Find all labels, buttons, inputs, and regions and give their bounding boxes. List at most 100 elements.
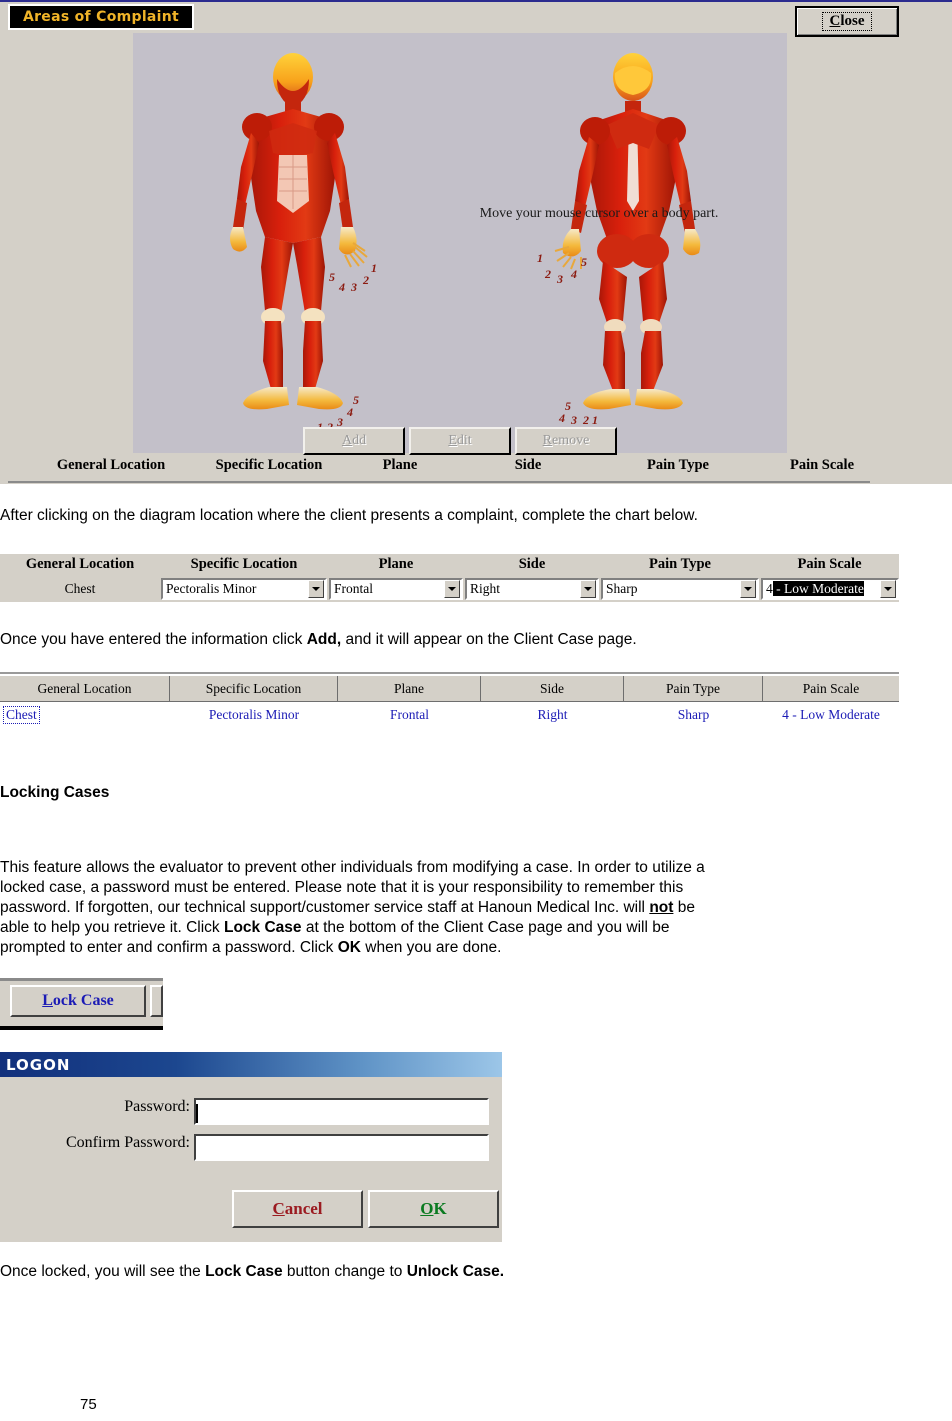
grid-cell-specific-location[interactable]: Pectoralis Minor bbox=[170, 702, 338, 728]
result-grid-header-row: General Location Specific Location Plane… bbox=[0, 676, 899, 702]
posterior-foot-digit-4: 4 bbox=[559, 411, 565, 425]
anterior-foot-digit-5: 5 bbox=[353, 393, 359, 407]
table-row[interactable]: Chest Pectoralis Minor Frontal Right Sha… bbox=[0, 702, 899, 728]
after-logon-part2: button change to bbox=[282, 1263, 407, 1280]
grid-cell-side[interactable]: Right bbox=[481, 702, 624, 728]
client-case-result-grid: General Location Specific Location Plane… bbox=[0, 672, 899, 736]
close-accel: C bbox=[829, 13, 841, 29]
password-label: Password: bbox=[124, 1098, 190, 1115]
after-input-part1: Once you have entered the information cl… bbox=[0, 631, 307, 648]
anterior-hand-digit-5: 5 bbox=[329, 270, 335, 284]
locking-l5-b: OK bbox=[337, 939, 361, 956]
after-logon-text: Once locked, you will see the Lock Case … bbox=[0, 1262, 952, 1282]
pain-type-dropdown[interactable]: Sharp bbox=[601, 578, 759, 600]
posterior-foot-digit-3: 3 bbox=[571, 413, 577, 427]
plane-dropdown[interactable]: Frontal bbox=[329, 578, 463, 600]
input-header-pain-type: Pain Type bbox=[649, 556, 711, 572]
locking-l4-a: able to help you retrieve it. Click bbox=[0, 919, 224, 936]
logon-title-bar: LOGON bbox=[0, 1052, 502, 1077]
grid-header-pain-type: Pain Type bbox=[624, 676, 763, 702]
side-value: Right bbox=[470, 581, 501, 596]
column-header-pain-type: Pain Type bbox=[647, 457, 709, 473]
password-field[interactable] bbox=[194, 1098, 489, 1125]
posterior-hand-digit-2: 2 bbox=[545, 267, 551, 281]
locking-l3-a: password. If forgotten, our technical su… bbox=[0, 899, 650, 916]
locking-paragraph-line5: prompted to enter and confirm a password… bbox=[0, 938, 952, 958]
column-header-general-location: General Location bbox=[56, 457, 166, 473]
cancel-label-rest: ancel bbox=[284, 1199, 323, 1218]
remove-button[interactable]: Remove bbox=[515, 427, 617, 455]
remove-accel: R bbox=[542, 433, 552, 448]
pain-scale-number: 4 bbox=[766, 581, 773, 596]
posterior-body-figure[interactable]: 1 2 3 4 5 5 4 3 2 1 bbox=[533, 51, 733, 431]
grid-cell-pain-scale[interactable]: 4 - Low Moderate bbox=[763, 702, 899, 728]
window-title-bar: Areas of Complaint bbox=[8, 4, 194, 30]
edit-button[interactable]: Edit bbox=[409, 427, 511, 455]
after-input-text: Once you have entered the information cl… bbox=[0, 630, 952, 650]
chevron-down-icon[interactable] bbox=[580, 580, 596, 598]
locking-l3-not: not bbox=[649, 899, 674, 916]
column-header-plane: Plane bbox=[382, 457, 418, 473]
window-title: Areas of Complaint bbox=[22, 9, 180, 25]
after-logon-bold1: Lock Case bbox=[205, 1263, 283, 1280]
page-number: 75 bbox=[80, 1396, 97, 1413]
grid-cell-general-location[interactable]: Chest bbox=[0, 702, 170, 728]
close-button[interactable]: Close bbox=[795, 6, 899, 37]
chevron-down-icon[interactable] bbox=[740, 580, 756, 598]
input-header-specific-location: Specific Location bbox=[190, 556, 298, 572]
diagram-action-buttons: Add Edit Remove bbox=[303, 427, 623, 455]
chevron-down-icon[interactable] bbox=[308, 580, 324, 598]
lock-case-button[interactable]: Lock Case bbox=[10, 985, 146, 1017]
remove-label-rest: emove bbox=[552, 433, 590, 448]
locking-paragraph-line2: locked case, a password must be entered.… bbox=[0, 879, 684, 896]
add-button[interactable]: Add bbox=[303, 427, 405, 455]
pain-type-value: Sharp bbox=[606, 581, 638, 596]
specific-location-dropdown[interactable]: Pectoralis Minor bbox=[161, 578, 327, 600]
close-button-label: Close bbox=[822, 12, 872, 31]
posterior-foot-digit-5: 5 bbox=[565, 399, 571, 413]
grid-cell-plane[interactable]: Frontal bbox=[338, 702, 481, 728]
pain-scale-dropdown[interactable]: 4 - Low Moderate bbox=[761, 578, 899, 600]
add-accel: A bbox=[341, 433, 353, 448]
adjacent-button-partial[interactable] bbox=[150, 985, 163, 1017]
ok-accel: O bbox=[420, 1199, 434, 1218]
side-dropdown[interactable]: Right bbox=[465, 578, 599, 600]
posterior-body-graphic bbox=[554, 53, 701, 410]
anterior-hand-digit-4: 4 bbox=[339, 280, 345, 294]
close-label-rest: lose bbox=[840, 13, 865, 29]
posterior-foot-digit-2: 2 bbox=[583, 413, 589, 427]
anterior-body-graphic bbox=[230, 53, 368, 410]
locking-cases-heading: Locking Cases bbox=[0, 784, 110, 801]
logon-title: LOGON bbox=[6, 1055, 71, 1074]
complaint-input-row: General Location Specific Location Plane… bbox=[0, 554, 899, 602]
edit-accel: E bbox=[448, 433, 457, 448]
specific-location-value: Pectoralis Minor bbox=[166, 581, 257, 596]
text-caret bbox=[196, 1104, 198, 1123]
confirm-password-field[interactable] bbox=[194, 1134, 489, 1161]
locking-l4-b: Lock Case bbox=[224, 919, 302, 936]
grid-header-general-location: General Location bbox=[0, 676, 170, 702]
after-logon-part1: Once locked, you will see the bbox=[0, 1263, 206, 1280]
cancel-button[interactable]: Cancel bbox=[232, 1190, 363, 1228]
grid-cell-general-location-text: Chest bbox=[3, 706, 40, 724]
grid-cell-pain-type[interactable]: Sharp bbox=[624, 702, 763, 728]
diagram-column-headers: General Location Specific Location Plane… bbox=[8, 457, 870, 483]
column-header-side: Side bbox=[514, 457, 542, 473]
lock-case-accel: L bbox=[42, 992, 53, 1009]
chevron-down-icon[interactable] bbox=[444, 580, 460, 598]
input-header-general-location: General Location bbox=[25, 556, 135, 572]
body-diagram-canvas[interactable]: 1 2 3 4 5 5 4 3 2 1 bbox=[133, 33, 787, 453]
lock-case-label-rest: ock Case bbox=[52, 992, 114, 1009]
posterior-hand-digit-1: 1 bbox=[537, 251, 543, 265]
areas-of-complaint-window: Areas of Complaint Close 1 2 3 4 5 5 4 3… bbox=[0, 0, 952, 484]
input-header-plane: Plane bbox=[378, 556, 414, 572]
input-header-pain-scale: Pain Scale bbox=[797, 556, 862, 572]
chevron-down-icon[interactable] bbox=[880, 580, 896, 598]
confirm-password-label: Confirm Password: bbox=[66, 1134, 190, 1151]
ok-label-rest: K bbox=[433, 1199, 447, 1218]
anterior-body-figure[interactable]: 1 2 3 4 5 5 4 3 2 1 bbox=[193, 51, 393, 434]
grid-header-side: Side bbox=[481, 676, 624, 702]
general-location-value: Chest bbox=[0, 578, 160, 599]
cancel-accel: C bbox=[272, 1199, 285, 1218]
ok-button[interactable]: OK bbox=[368, 1190, 499, 1228]
